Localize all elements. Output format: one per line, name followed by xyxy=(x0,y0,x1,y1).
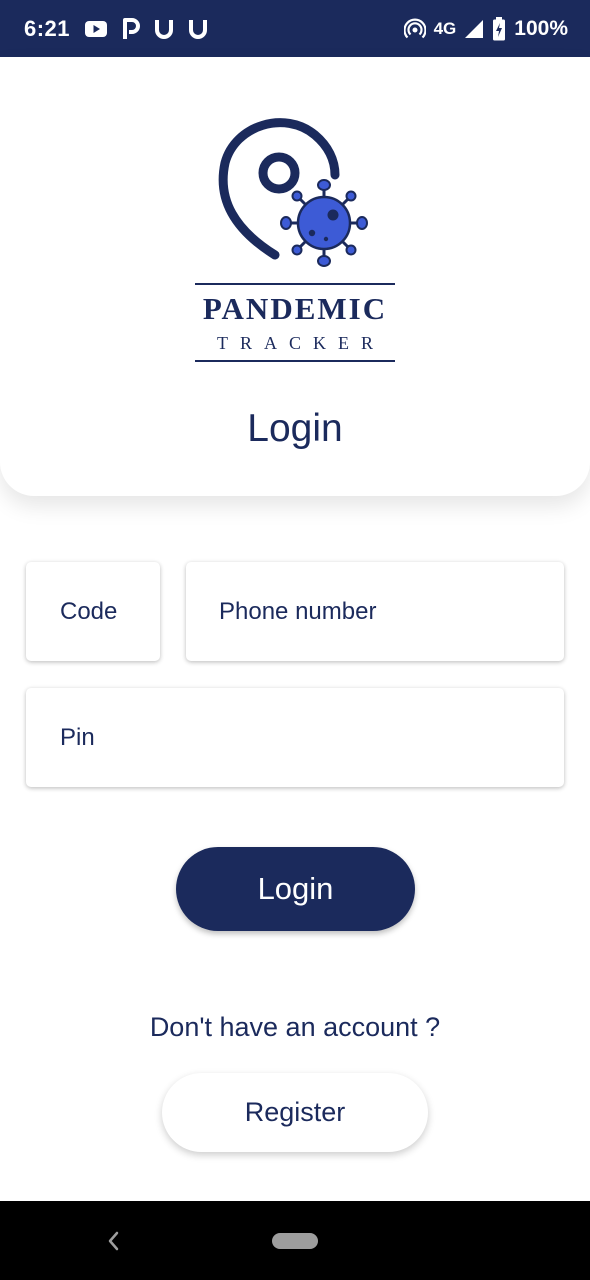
status-left: 6:21 xyxy=(24,16,208,42)
u-icon xyxy=(154,18,174,40)
login-screen: 6:21 4G 100% PANDEMIC TRACKER Login Code… xyxy=(0,0,590,1280)
register-button[interactable]: Register xyxy=(162,1073,428,1152)
home-pill-button[interactable] xyxy=(272,1233,318,1249)
brand-subtitle: TRACKER xyxy=(216,333,385,353)
paytm-icon xyxy=(122,17,141,40)
login-button[interactable]: Login xyxy=(176,847,415,931)
phone-number-input[interactable] xyxy=(219,562,564,661)
navigation-bar xyxy=(0,1201,590,1280)
country-code-input[interactable] xyxy=(60,562,160,661)
u-icon xyxy=(188,18,208,40)
header-card: PANDEMIC TRACKER Login xyxy=(0,57,590,496)
youtube-icon xyxy=(84,20,108,38)
status-time: 6:21 xyxy=(24,15,71,41)
no-account-text: Don't have an account ? xyxy=(149,1012,441,1042)
brand-title: PANDEMIC xyxy=(202,291,388,326)
back-icon[interactable] xyxy=(104,1229,124,1253)
brand-top-rule xyxy=(195,283,395,285)
app-logo: PANDEMIC TRACKER xyxy=(195,115,395,365)
network-type-label: 4G xyxy=(433,18,457,38)
map-pin-virus-icon xyxy=(218,118,368,267)
status-bar: 6:21 4G 100% xyxy=(0,0,590,57)
signal-icon xyxy=(464,19,484,39)
hotspot-icon xyxy=(403,18,426,40)
phone-number-field[interactable] xyxy=(186,562,564,661)
pin-input[interactable] xyxy=(60,688,564,787)
brand-bottom-rule xyxy=(195,360,395,362)
page-title: Login xyxy=(247,407,343,450)
status-right: 4G 100% xyxy=(403,16,568,41)
pin-field[interactable] xyxy=(26,688,564,787)
battery-percent: 100% xyxy=(514,16,568,40)
country-code-field[interactable] xyxy=(26,562,160,661)
battery-charging-icon xyxy=(492,16,506,41)
